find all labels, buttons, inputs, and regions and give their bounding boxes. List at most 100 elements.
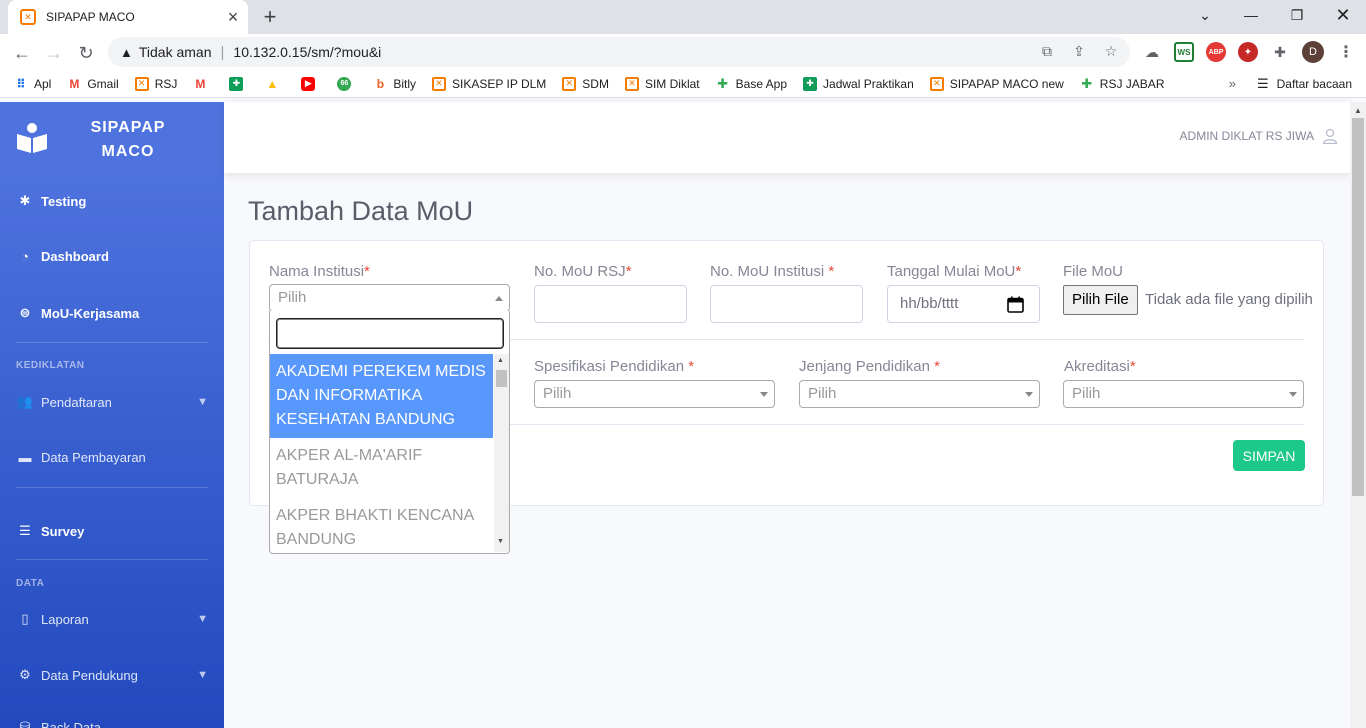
bookmark-label: RSJ JABAR xyxy=(1099,76,1165,91)
file-mou-label: File MoU xyxy=(1063,263,1124,280)
new-tab-icon[interactable]: + xyxy=(256,4,284,30)
reload-icon[interactable]: ↻ xyxy=(73,40,99,66)
xampp-icon: ✕ xyxy=(134,76,149,91)
bookmark-apps[interactable]: ⠿ Apl xyxy=(14,77,51,91)
scroll-down-arrow-icon[interactable]: ▼ xyxy=(497,538,504,545)
sidebar-item-back-data[interactable]: ⛁ Back Data xyxy=(16,719,208,728)
user-name[interactable]: ADMIN DIKLAT RS JIWA xyxy=(1180,129,1314,143)
no-mou-rsj-input[interactable] xyxy=(534,285,687,323)
bookmark-label: Bitly xyxy=(393,76,417,91)
label-text: Akreditasi xyxy=(1064,358,1130,375)
tab-search-icon[interactable]: ⌄ xyxy=(1182,0,1228,30)
youtube-icon: ▶ xyxy=(301,76,316,91)
nama-institusi-select[interactable]: Pilih xyxy=(269,284,510,312)
bookmark-sim-diklat[interactable]: ✕ SIM Diklat xyxy=(624,76,700,91)
bookmark-label: RSJ xyxy=(154,76,178,91)
bookmark-rsj-jabar[interactable]: ✚ RSJ JABAR xyxy=(1080,76,1165,91)
save-button[interactable]: SIMPAN xyxy=(1233,440,1305,471)
bookmark-base-app[interactable]: ✚ Base App xyxy=(716,76,787,91)
label-text: No. MoU RSJ xyxy=(534,263,626,280)
bookmark-66[interactable]: 66 xyxy=(337,76,357,91)
sidebar-item-data-pembayaran[interactable]: ▬ Data Pembayaran xyxy=(16,450,208,465)
date-placeholder: hh/bb/tttt xyxy=(900,295,959,312)
dropdown-scrollbar[interactable]: ▲ ▼ xyxy=(494,354,509,552)
dropdown-option[interactable]: AKADEMI PEREKEM MEDIS DAN INFORMATIKA KE… xyxy=(270,354,493,438)
tanggal-mulai-input[interactable]: hh/bb/tttt xyxy=(887,285,1040,323)
bookmark-sipapap-new[interactable]: ✕ SIPAPAP MACO new xyxy=(929,76,1064,91)
xampp-icon: ✕ xyxy=(929,76,944,91)
profile-avatar[interactable]: D xyxy=(1302,41,1324,63)
spesifikasi-select[interactable]: Pilih xyxy=(534,380,775,408)
browser-tab[interactable]: ✕ SIPAPAP MACO × xyxy=(8,0,248,34)
url-text[interactable]: 10.132.0.15/sm/?mou&i xyxy=(233,44,381,60)
sidebar-item-label: Testing xyxy=(41,193,87,209)
sidebar-heading-kediklatan: KEDIKLATAN xyxy=(16,360,85,371)
required-mark: * xyxy=(934,358,940,375)
page-scrollbar[interactable]: ▲ xyxy=(1350,102,1366,728)
xampp-icon: ✕ xyxy=(624,76,639,91)
calendar-icon[interactable] xyxy=(1007,296,1024,313)
cloud-extension-icon[interactable]: ☁ xyxy=(1142,42,1162,62)
file-status-text: Tidak ada file yang dipilih xyxy=(1145,291,1313,308)
bitly-icon: b xyxy=(376,76,385,91)
dropdown-scroll-thumb[interactable] xyxy=(496,370,507,387)
user-avatar-icon[interactable] xyxy=(1322,128,1338,144)
label-text: Jenjang Pendidikan xyxy=(799,358,935,375)
bookmark-youtube[interactable]: ▶ xyxy=(301,76,321,91)
sidebar-brand[interactable]: SIPAPAP MACO xyxy=(0,114,224,170)
bookmarks-overflow-icon[interactable]: » xyxy=(1229,76,1236,91)
adblock-extension-icon[interactable]: ABP xyxy=(1206,42,1226,62)
bookmark-rsj[interactable]: ✕ RSJ xyxy=(134,76,178,91)
sidebar-item-data-pendukung[interactable]: ⚙ Data Pendukung ▼ xyxy=(16,667,208,683)
more-menu-icon[interactable]: ⋮ xyxy=(1336,42,1356,62)
no-mou-institusi-input[interactable] xyxy=(710,285,863,323)
back-arrow-icon[interactable]: ← xyxy=(9,40,35,66)
bookmark-sikasep[interactable]: ✕ SIKASEP IP DLM xyxy=(432,76,547,91)
pdf-extension-icon[interactable]: ✦ xyxy=(1238,42,1258,62)
star-icon[interactable]: ☆ xyxy=(1102,43,1120,60)
omnibox-separator: | xyxy=(220,43,225,61)
sidebar-item-testing[interactable]: ✱ Testing xyxy=(16,193,208,209)
scroll-up-arrow-icon[interactable]: ▲ xyxy=(1354,106,1362,115)
tab-close-icon[interactable]: × xyxy=(222,6,244,28)
dropdown-search-input[interactable] xyxy=(276,318,504,349)
bookmark-label: SIKASEP IP DLM xyxy=(452,76,547,91)
bookmark-jadwal[interactable]: ✚ Jadwal Praktikan xyxy=(803,76,914,91)
minimize-icon[interactable]: — xyxy=(1228,0,1274,30)
choose-file-button[interactable]: Pilih File xyxy=(1063,285,1138,315)
bookmark-bitly[interactable]: b Bitly xyxy=(373,77,416,91)
omnibox[interactable]: ▲ Tidak aman | 10.132.0.15/sm/?mou&i ⧉ ⇪… xyxy=(108,37,1130,67)
bookmark-gmail-2[interactable]: M xyxy=(193,77,213,91)
sidebar-item-survey[interactable]: ☰ Survey xyxy=(16,523,208,539)
bookmark-sheets[interactable]: ✚ xyxy=(229,76,249,91)
caret-down-icon xyxy=(1289,392,1297,397)
dropdown-option[interactable]: AKPER BHAKTI KENCANA BANDUNG xyxy=(270,498,493,553)
no-mou-rsj-label: No. MoU RSJ* xyxy=(534,263,632,280)
not-secure-label[interactable]: Tidak aman xyxy=(139,44,212,60)
sidebar: SIPAPAP MACO ✱ Testing ◔ Dashboard ⊜ MoU… xyxy=(0,102,224,728)
bookmark-gmail[interactable]: M Gmail xyxy=(67,77,118,91)
bookmark-drive[interactable]: ▲ xyxy=(265,77,285,91)
translate-icon[interactable]: ⧉ xyxy=(1038,43,1056,60)
jenjang-select[interactable]: Pilih xyxy=(799,380,1040,408)
sidebar-item-mou-kerjasama[interactable]: ⊜ MoU-Kerjasama xyxy=(16,305,208,321)
sidebar-item-pendaftaran[interactable]: 👥 Pendaftaran ▼ xyxy=(16,394,208,410)
akreditasi-select[interactable]: Pilih xyxy=(1063,380,1304,408)
scroll-up-arrow-icon[interactable]: ▲ xyxy=(497,357,504,364)
bookmark-sdm[interactable]: ✕ SDM xyxy=(562,76,609,91)
tab-title: SIPAPAP MACO xyxy=(46,10,135,24)
reading-list-icon: ☰ xyxy=(1256,76,1269,91)
ws-extension-icon[interactable]: WS xyxy=(1174,42,1194,62)
sidebar-item-dashboard[interactable]: ◔ Dashboard xyxy=(16,249,208,264)
topbar: ADMIN DIKLAT RS JIWA xyxy=(224,102,1350,173)
label-text: Nama Institusi xyxy=(269,263,365,280)
puzzle-extensions-icon[interactable]: ✚ xyxy=(1270,42,1290,62)
dropdown-option[interactable]: AKPER AL-MA'ARIF BATURAJA xyxy=(270,438,493,498)
restore-icon[interactable]: ❐ xyxy=(1274,0,1320,30)
share-icon[interactable]: ⇪ xyxy=(1070,43,1088,60)
sidebar-item-laporan[interactable]: ▯ Laporan ▼ xyxy=(16,611,208,627)
scroll-thumb[interactable] xyxy=(1352,118,1364,496)
forward-arrow-icon[interactable]: → xyxy=(41,40,67,66)
reading-list[interactable]: ☰ Daftar bacaan xyxy=(1257,76,1352,92)
window-close-icon[interactable]: ✕ xyxy=(1320,0,1366,30)
